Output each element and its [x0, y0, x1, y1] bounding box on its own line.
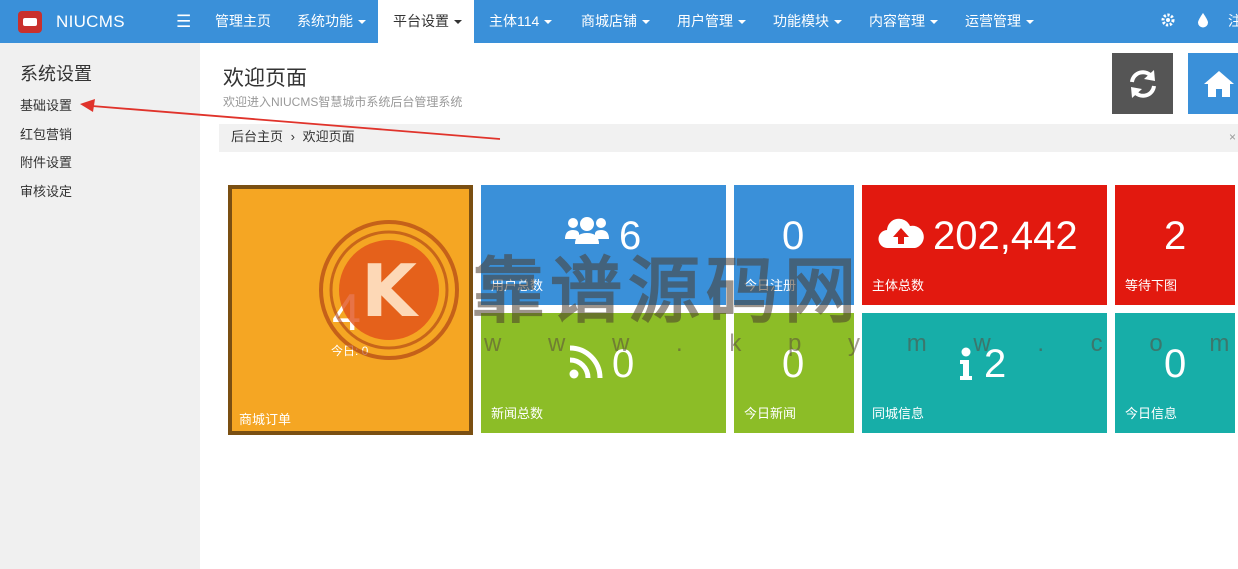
caret-down-icon — [358, 20, 366, 25]
sidebar-title: 系统设置 — [20, 64, 92, 84]
close-icon[interactable]: × — [1229, 124, 1236, 150]
nav-item-home[interactable]: 管理主页 — [215, 0, 271, 43]
nav-item-function-modules[interactable]: 功能模块 — [773, 0, 842, 43]
svg-text:K: K — [361, 249, 419, 333]
brand-name: NIUCMS — [56, 12, 125, 31]
watermark-text: 靠谱源码网 — [472, 252, 863, 332]
tile-today-news-label: 今日新闻 — [744, 406, 797, 421]
nav-item-system-functions[interactable]: 系统功能 — [297, 0, 366, 43]
caret-down-icon — [642, 20, 650, 25]
home-icon — [1204, 70, 1234, 97]
caret-down-icon — [738, 20, 746, 25]
brand-logo-icon — [18, 11, 42, 33]
menu-icon[interactable]: ☰ — [176, 12, 191, 32]
page-title: 欢迎页面 — [223, 67, 307, 90]
tile-pending-value: 2 — [1164, 214, 1187, 258]
tile-entity-label: 主体总数 — [872, 278, 925, 293]
tile-pending-images[interactable]: 2 等待下图 — [1115, 185, 1235, 305]
brand[interactable]: NIUCMS — [18, 10, 125, 34]
tile-local-info-label: 同城信息 — [872, 406, 925, 421]
sidebar-item-review-settings[interactable]: 审核设定 — [20, 181, 72, 200]
water-drop-icon[interactable] — [1197, 12, 1209, 32]
nav-item-content-management[interactable]: 内容管理 — [869, 0, 938, 43]
nav-item-platform-settings[interactable]: 平台设置 — [378, 0, 474, 43]
home-button[interactable] — [1188, 53, 1238, 114]
watermark-url: w w w . k p y m w . c o m — [484, 330, 1238, 357]
sidebar: 系统设置 基础设置 红包营销 附件设置 审核设定 — [0, 43, 200, 569]
nav-item-right-truncated[interactable]: 注 — [1228, 0, 1238, 43]
sidebar-item-red-packet-marketing[interactable]: 红包营销 — [20, 124, 72, 143]
tile-pending-label: 等待下图 — [1125, 278, 1178, 293]
breadcrumb-current: 欢迎页面 — [302, 129, 355, 144]
tile-entity-value: 202,442 — [933, 214, 1078, 258]
tile-news-label: 新闻总数 — [491, 406, 544, 421]
sidebar-item-basic-settings[interactable]: 基础设置 — [20, 95, 72, 114]
sidebar-item-attachment-settings[interactable]: 附件设置 — [20, 152, 72, 171]
caret-down-icon — [930, 20, 938, 25]
breadcrumb-home[interactable]: 后台主页 — [231, 129, 283, 144]
nav-item-entity-114[interactable]: 主体114 — [489, 0, 553, 43]
page-subtitle: 欢迎进入NIUCMS智慧城市系统后台管理系统 — [223, 95, 463, 109]
caret-down-icon — [834, 20, 842, 25]
caret-down-icon — [544, 20, 553, 25]
gear-icon[interactable] — [1160, 12, 1176, 32]
nav-item-operations[interactable]: 运营管理 — [965, 0, 1034, 43]
nav-item-mall-stores[interactable]: 商城店铺 — [581, 0, 650, 43]
caret-down-icon — [454, 20, 462, 25]
tile-orders-label: 商城订单 — [239, 412, 292, 427]
tile-entity-total[interactable]: 202,442 主体总数 — [862, 185, 1107, 305]
nav-item-user-management[interactable]: 用户管理 — [677, 0, 746, 43]
breadcrumb: 后台主页 › 欢迎页面 × — [219, 124, 1238, 152]
cloud-upload-icon — [878, 218, 924, 249]
caret-down-icon — [1026, 20, 1034, 25]
tile-today-info-label: 今日信息 — [1125, 406, 1178, 421]
top-navbar: NIUCMS ☰ 管理主页 系统功能 平台设置 主体114 商城店铺 用户管理 … — [0, 0, 1238, 43]
breadcrumb-separator: › — [290, 129, 295, 144]
refresh-button[interactable] — [1112, 53, 1173, 114]
refresh-icon — [1129, 69, 1156, 98]
watermark-badge-icon: K — [319, 220, 459, 360]
